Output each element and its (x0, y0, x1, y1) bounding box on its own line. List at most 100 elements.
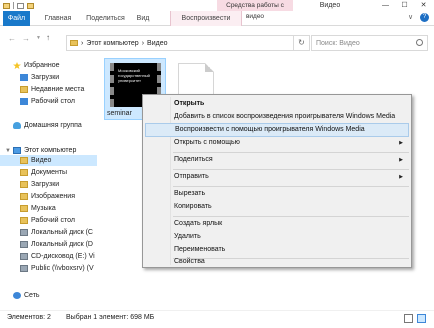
nav-item-cd-drive[interactable]: CD-дисковод (E:) Vi (20, 251, 95, 262)
chevron-down-icon[interactable]: ▼ (5, 148, 11, 154)
computer-icon (13, 147, 21, 154)
nav-item-label: Локальный диск (D (31, 241, 93, 248)
nav-item-label: Загрузки (31, 74, 60, 81)
nav-item-desktop[interactable]: Рабочий стол (20, 96, 75, 107)
ribbon-tabs: Файл Главная Поделиться Вид Воспроизвест… (0, 11, 434, 26)
nav-item-label: CD-дисковод (E:) Vi (31, 253, 95, 260)
status-selection: Выбран 1 элемент: 698 МБ (66, 314, 155, 321)
ribbon-expand-icon[interactable]: ∨ (408, 13, 413, 21)
network-drive-icon (20, 265, 28, 272)
properties-icon[interactable] (17, 2, 24, 9)
nav-favorites-label: Избранное (24, 62, 60, 69)
menu-item-share[interactable]: Поделиться ▶ (145, 153, 409, 167)
details-view-icon[interactable] (404, 314, 413, 323)
address-bar[interactable]: › Этот компьютер › Видео (66, 35, 294, 51)
drive-icon (20, 241, 28, 248)
nav-item-label: Рабочий стол (31, 98, 75, 105)
cd-drive-icon (20, 253, 28, 260)
nav-item-recent-places[interactable]: Недавние места (20, 84, 84, 95)
back-arrow-icon[interactable]: ← (8, 34, 16, 43)
tab-playback[interactable]: Воспроизвести (170, 11, 242, 26)
new-folder-icon[interactable] (27, 2, 34, 9)
nav-homegroup[interactable]: Домашняя группа (13, 120, 82, 131)
nav-item-local-disk-c[interactable]: Локальный диск (C (20, 227, 93, 238)
pictures-folder-icon (20, 193, 28, 200)
context-tab-title: Средства работы с видео (217, 0, 293, 20)
qat-separator (13, 2, 14, 9)
tab-share[interactable]: Поделиться (83, 11, 128, 26)
videos-folder-icon (20, 157, 28, 164)
menu-item-copy[interactable]: Копировать (145, 200, 409, 214)
menu-item-play-with-wmp[interactable]: Воспроизвести с помощью проигрывателя Wi… (145, 123, 409, 137)
tab-file[interactable]: Файл (3, 11, 30, 26)
menu-item-delete[interactable]: Удалить (145, 230, 409, 244)
recent-places-icon (20, 86, 28, 93)
close-button[interactable]: ✕ (414, 0, 433, 11)
help-icon[interactable]: ? (420, 13, 429, 22)
downloads-icon (20, 74, 28, 81)
nav-item-videos[interactable]: Видео (0, 155, 97, 166)
recent-locations-chevron-icon[interactable]: ▼ (36, 35, 41, 41)
nav-item-label: Видео (31, 157, 52, 164)
forward-arrow-icon[interactable]: → (22, 34, 30, 43)
maximize-button[interactable]: ☐ (395, 0, 414, 11)
menu-item-send-to[interactable]: Отправить ▶ (145, 170, 409, 184)
nav-homegroup-label: Домашняя группа (24, 122, 82, 129)
menu-item-add-to-playlist[interactable]: Добавить в список воспроизведения проигр… (145, 110, 409, 124)
nav-item-label: Недавние места (31, 86, 85, 93)
folder-icon[interactable] (3, 2, 10, 9)
context-menu: Открыть Добавить в список воспроизведени… (142, 94, 412, 268)
refresh-button[interactable]: ↻ (294, 35, 310, 51)
submenu-arrow-icon: ▶ (399, 157, 403, 163)
breadcrumb-this-pc[interactable]: Этот компьютер (86, 40, 138, 47)
network-icon (13, 292, 21, 299)
menu-item-create-shortcut[interactable]: Создать ярлык (145, 217, 409, 231)
nav-item-downloads-pc[interactable]: Загрузки (20, 179, 59, 190)
menu-item-open-with[interactable]: Открыть с помощью ▶ (145, 136, 409, 150)
nav-item-network-share[interactable]: Public (\\vboxsrv) (V (20, 263, 94, 274)
menu-item-properties[interactable]: Свойства (145, 255, 409, 269)
nav-item-label: Локальный диск (C (31, 229, 93, 236)
menu-item-open[interactable]: Открыть (145, 97, 409, 111)
up-arrow-icon[interactable]: ↑ (46, 33, 50, 42)
file-name: seminar (107, 110, 132, 117)
minimize-button[interactable]: — (376, 0, 395, 11)
submenu-arrow-icon: ▶ (399, 140, 403, 146)
nav-item-pictures[interactable]: Изображения (20, 191, 75, 202)
search-input[interactable]: Поиск: Видео (311, 35, 428, 51)
menu-item-label: Открыть с помощью (174, 139, 240, 146)
documents-folder-icon (20, 169, 28, 176)
downloads-folder-icon (20, 181, 28, 188)
tab-view[interactable]: Вид (133, 11, 153, 26)
breadcrumb-videos[interactable]: Видео (147, 40, 167, 47)
nav-favorites[interactable]: Избранное (13, 60, 59, 71)
large-icons-view-icon[interactable] (417, 314, 426, 323)
window-controls: — ☐ ✕ (376, 0, 433, 11)
menu-item-label: Поделиться (174, 156, 213, 163)
document-icon (205, 63, 214, 72)
breadcrumb-separator: › (81, 39, 84, 47)
submenu-arrow-icon: ▶ (399, 174, 403, 180)
nav-item-label: Public (\\vboxsrv) (V (31, 265, 94, 272)
desktop-folder-icon (20, 217, 28, 224)
music-folder-icon (20, 205, 28, 212)
desktop-icon (20, 98, 28, 105)
menu-item-cut[interactable]: Вырезать (145, 187, 409, 201)
homegroup-icon (13, 122, 21, 129)
star-icon (13, 62, 21, 69)
nav-item-downloads[interactable]: Загрузки (20, 72, 59, 83)
drive-icon (20, 229, 28, 236)
nav-item-music[interactable]: Музыка (20, 203, 56, 214)
nav-item-label: Документы (31, 169, 68, 176)
quick-access-toolbar (3, 1, 34, 10)
nav-item-label: Изображения (31, 193, 75, 200)
nav-item-local-disk-d[interactable]: Локальный диск (D (20, 239, 93, 250)
nav-item-desktop-pc[interactable]: Рабочий стол (20, 215, 75, 226)
window-title: Видео (319, 2, 341, 9)
tab-home[interactable]: Главная (38, 11, 78, 26)
nav-item-label: Загрузки (31, 181, 60, 188)
nav-item-documents[interactable]: Документы (20, 167, 67, 178)
nav-network-label: Сеть (24, 292, 40, 299)
nav-network[interactable]: Сеть (13, 290, 40, 301)
nav-item-label: Музыка (31, 205, 56, 212)
